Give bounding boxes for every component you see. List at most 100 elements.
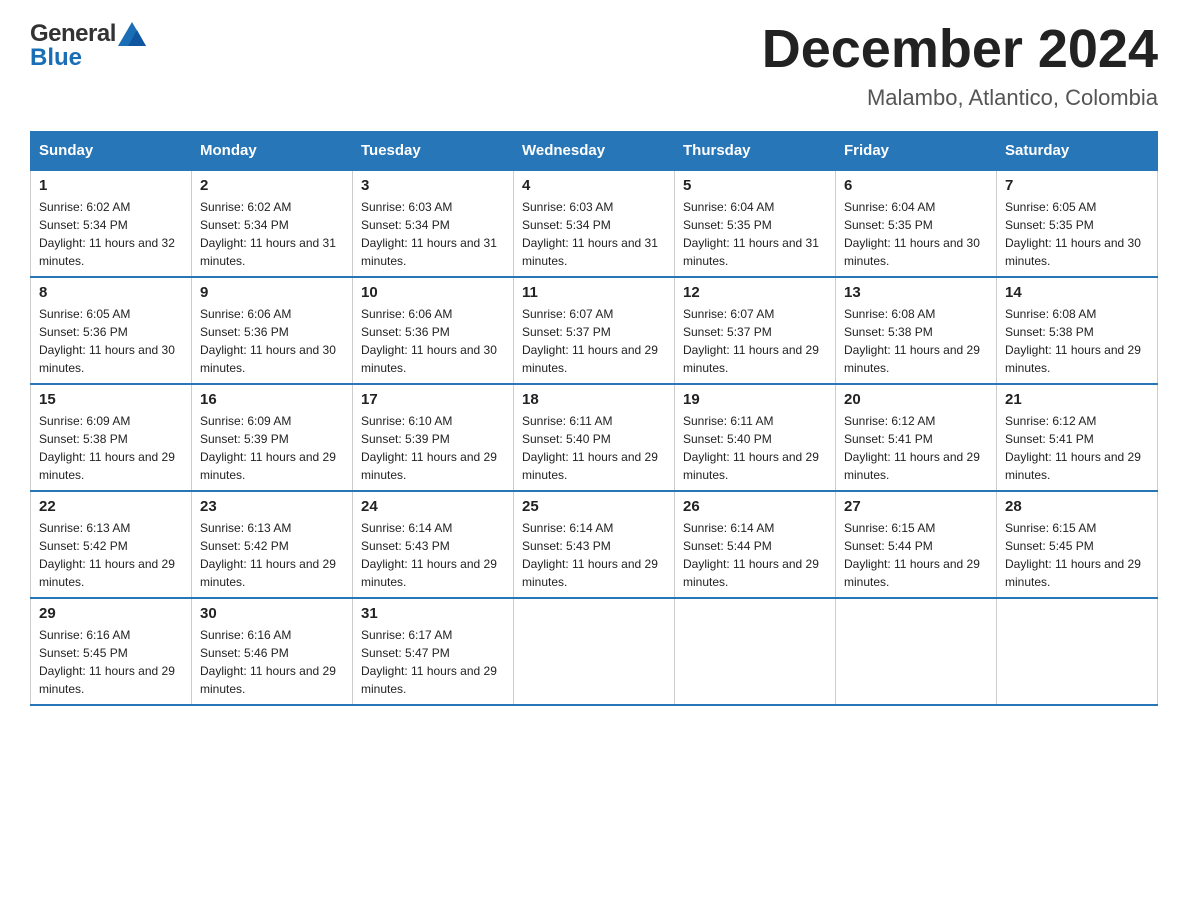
day-info: Sunrise: 6:04 AMSunset: 5:35 PMDaylight:… xyxy=(844,200,980,268)
day-number: 3 xyxy=(361,177,505,194)
day-info: Sunrise: 6:15 AMSunset: 5:44 PMDaylight:… xyxy=(844,521,980,589)
day-info: Sunrise: 6:03 AMSunset: 5:34 PMDaylight:… xyxy=(522,200,658,268)
day-number: 27 xyxy=(844,498,988,515)
calendar-cell: 2 Sunrise: 6:02 AMSunset: 5:34 PMDayligh… xyxy=(192,170,353,277)
calendar-cell: 3 Sunrise: 6:03 AMSunset: 5:34 PMDayligh… xyxy=(353,170,514,277)
day-info: Sunrise: 6:07 AMSunset: 5:37 PMDaylight:… xyxy=(522,307,658,375)
calendar-cell: 4 Sunrise: 6:03 AMSunset: 5:34 PMDayligh… xyxy=(514,170,675,277)
header-sunday: Sunday xyxy=(31,132,192,171)
day-number: 10 xyxy=(361,284,505,301)
day-number: 5 xyxy=(683,177,827,194)
day-info: Sunrise: 6:12 AMSunset: 5:41 PMDaylight:… xyxy=(844,414,980,482)
day-number: 19 xyxy=(683,391,827,408)
calendar-cell: 20 Sunrise: 6:12 AMSunset: 5:41 PMDaylig… xyxy=(836,384,997,491)
calendar-cell: 27 Sunrise: 6:15 AMSunset: 5:44 PMDaylig… xyxy=(836,491,997,598)
calendar-cell: 7 Sunrise: 6:05 AMSunset: 5:35 PMDayligh… xyxy=(997,170,1158,277)
day-info: Sunrise: 6:02 AMSunset: 5:34 PMDaylight:… xyxy=(39,200,175,268)
header-wednesday: Wednesday xyxy=(514,132,675,171)
week-row-3: 15 Sunrise: 6:09 AMSunset: 5:38 PMDaylig… xyxy=(31,384,1158,491)
header-monday: Monday xyxy=(192,132,353,171)
day-info: Sunrise: 6:09 AMSunset: 5:39 PMDaylight:… xyxy=(200,414,336,482)
calendar-cell xyxy=(675,598,836,705)
calendar-cell: 29 Sunrise: 6:16 AMSunset: 5:45 PMDaylig… xyxy=(31,598,192,705)
calendar-cell: 24 Sunrise: 6:14 AMSunset: 5:43 PMDaylig… xyxy=(353,491,514,598)
day-info: Sunrise: 6:17 AMSunset: 5:47 PMDaylight:… xyxy=(361,628,497,696)
logo-icon xyxy=(116,20,148,48)
calendar-cell: 1 Sunrise: 6:02 AMSunset: 5:34 PMDayligh… xyxy=(31,170,192,277)
day-number: 7 xyxy=(1005,177,1149,194)
calendar-cell: 22 Sunrise: 6:13 AMSunset: 5:42 PMDaylig… xyxy=(31,491,192,598)
day-info: Sunrise: 6:06 AMSunset: 5:36 PMDaylight:… xyxy=(361,307,497,375)
day-info: Sunrise: 6:11 AMSunset: 5:40 PMDaylight:… xyxy=(522,414,658,482)
calendar-cell: 12 Sunrise: 6:07 AMSunset: 5:37 PMDaylig… xyxy=(675,277,836,384)
day-number: 13 xyxy=(844,284,988,301)
day-info: Sunrise: 6:06 AMSunset: 5:36 PMDaylight:… xyxy=(200,307,336,375)
day-info: Sunrise: 6:13 AMSunset: 5:42 PMDaylight:… xyxy=(200,521,336,589)
calendar-cell: 11 Sunrise: 6:07 AMSunset: 5:37 PMDaylig… xyxy=(514,277,675,384)
calendar-cell: 31 Sunrise: 6:17 AMSunset: 5:47 PMDaylig… xyxy=(353,598,514,705)
day-number: 28 xyxy=(1005,498,1149,515)
day-number: 31 xyxy=(361,605,505,622)
calendar-cell: 9 Sunrise: 6:06 AMSunset: 5:36 PMDayligh… xyxy=(192,277,353,384)
day-number: 23 xyxy=(200,498,344,515)
day-info: Sunrise: 6:08 AMSunset: 5:38 PMDaylight:… xyxy=(844,307,980,375)
calendar-cell: 25 Sunrise: 6:14 AMSunset: 5:43 PMDaylig… xyxy=(514,491,675,598)
calendar-cell: 19 Sunrise: 6:11 AMSunset: 5:40 PMDaylig… xyxy=(675,384,836,491)
month-title: December 2024 xyxy=(762,20,1158,79)
day-info: Sunrise: 6:04 AMSunset: 5:35 PMDaylight:… xyxy=(683,200,819,268)
title-area: December 2024Malambo, Atlantico, Colombi… xyxy=(762,20,1158,111)
calendar-cell xyxy=(836,598,997,705)
day-info: Sunrise: 6:13 AMSunset: 5:42 PMDaylight:… xyxy=(39,521,175,589)
header-tuesday: Tuesday xyxy=(353,132,514,171)
day-info: Sunrise: 6:03 AMSunset: 5:34 PMDaylight:… xyxy=(361,200,497,268)
day-info: Sunrise: 6:07 AMSunset: 5:37 PMDaylight:… xyxy=(683,307,819,375)
day-info: Sunrise: 6:09 AMSunset: 5:38 PMDaylight:… xyxy=(39,414,175,482)
calendar-cell: 28 Sunrise: 6:15 AMSunset: 5:45 PMDaylig… xyxy=(997,491,1158,598)
week-row-5: 29 Sunrise: 6:16 AMSunset: 5:45 PMDaylig… xyxy=(31,598,1158,705)
calendar-cell: 13 Sunrise: 6:08 AMSunset: 5:38 PMDaylig… xyxy=(836,277,997,384)
logo-blue: Blue xyxy=(30,44,82,72)
day-number: 29 xyxy=(39,605,183,622)
day-number: 25 xyxy=(522,498,666,515)
week-row-2: 8 Sunrise: 6:05 AMSunset: 5:36 PMDayligh… xyxy=(31,277,1158,384)
day-number: 22 xyxy=(39,498,183,515)
day-info: Sunrise: 6:02 AMSunset: 5:34 PMDaylight:… xyxy=(200,200,336,268)
day-number: 24 xyxy=(361,498,505,515)
day-info: Sunrise: 6:08 AMSunset: 5:38 PMDaylight:… xyxy=(1005,307,1141,375)
day-number: 1 xyxy=(39,177,183,194)
day-number: 14 xyxy=(1005,284,1149,301)
day-number: 6 xyxy=(844,177,988,194)
calendar-cell: 21 Sunrise: 6:12 AMSunset: 5:41 PMDaylig… xyxy=(997,384,1158,491)
day-info: Sunrise: 6:11 AMSunset: 5:40 PMDaylight:… xyxy=(683,414,819,482)
calendar-cell: 18 Sunrise: 6:11 AMSunset: 5:40 PMDaylig… xyxy=(514,384,675,491)
day-number: 30 xyxy=(200,605,344,622)
week-row-4: 22 Sunrise: 6:13 AMSunset: 5:42 PMDaylig… xyxy=(31,491,1158,598)
calendar-cell xyxy=(514,598,675,705)
day-number: 11 xyxy=(522,284,666,301)
day-info: Sunrise: 6:05 AMSunset: 5:36 PMDaylight:… xyxy=(39,307,175,375)
week-row-1: 1 Sunrise: 6:02 AMSunset: 5:34 PMDayligh… xyxy=(31,170,1158,277)
calendar-cell: 8 Sunrise: 6:05 AMSunset: 5:36 PMDayligh… xyxy=(31,277,192,384)
day-info: Sunrise: 6:14 AMSunset: 5:44 PMDaylight:… xyxy=(683,521,819,589)
calendar-cell: 10 Sunrise: 6:06 AMSunset: 5:36 PMDaylig… xyxy=(353,277,514,384)
day-number: 2 xyxy=(200,177,344,194)
calendar-cell xyxy=(997,598,1158,705)
day-info: Sunrise: 6:14 AMSunset: 5:43 PMDaylight:… xyxy=(522,521,658,589)
calendar-table: SundayMondayTuesdayWednesdayThursdayFrid… xyxy=(30,131,1158,706)
day-info: Sunrise: 6:16 AMSunset: 5:45 PMDaylight:… xyxy=(39,628,175,696)
day-info: Sunrise: 6:12 AMSunset: 5:41 PMDaylight:… xyxy=(1005,414,1141,482)
day-info: Sunrise: 6:15 AMSunset: 5:45 PMDaylight:… xyxy=(1005,521,1141,589)
day-number: 8 xyxy=(39,284,183,301)
calendar-cell: 26 Sunrise: 6:14 AMSunset: 5:44 PMDaylig… xyxy=(675,491,836,598)
day-number: 26 xyxy=(683,498,827,515)
day-number: 12 xyxy=(683,284,827,301)
day-number: 18 xyxy=(522,391,666,408)
day-number: 21 xyxy=(1005,391,1149,408)
day-number: 15 xyxy=(39,391,183,408)
calendar-cell: 30 Sunrise: 6:16 AMSunset: 5:46 PMDaylig… xyxy=(192,598,353,705)
day-number: 9 xyxy=(200,284,344,301)
day-info: Sunrise: 6:16 AMSunset: 5:46 PMDaylight:… xyxy=(200,628,336,696)
day-number: 20 xyxy=(844,391,988,408)
calendar-cell: 5 Sunrise: 6:04 AMSunset: 5:35 PMDayligh… xyxy=(675,170,836,277)
logo-container: GeneralBlue xyxy=(30,20,160,72)
